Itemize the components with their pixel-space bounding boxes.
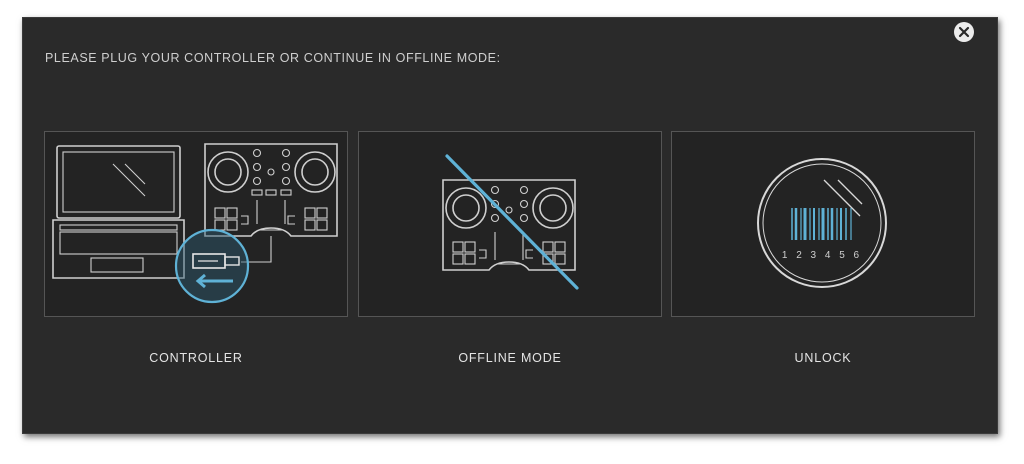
- close-button[interactable]: [954, 22, 974, 42]
- unlock-option-card[interactable]: 1 2 3 4 5 6: [671, 131, 975, 317]
- close-icon: [958, 26, 970, 38]
- offline-mode-option-card[interactable]: [358, 131, 662, 317]
- unlock-code-text: 1 2 3 4 5 6: [782, 250, 862, 261]
- offline-mode-option-label[interactable]: OFFLINE MODE: [358, 351, 662, 365]
- barcode-unlock-icon: 1 2 3 4 5 6: [757, 158, 887, 288]
- controller-option-card[interactable]: [44, 131, 348, 317]
- unlock-option-label[interactable]: UNLOCK: [671, 351, 975, 365]
- connect-controller-dialog: PLEASE PLUG YOUR CONTROLLER OR CONTINUE …: [22, 17, 998, 434]
- controller-option-label[interactable]: CONTROLLER: [44, 351, 348, 365]
- laptop-controller-usb-icon: [52, 143, 338, 304]
- dialog-instruction: PLEASE PLUG YOUR CONTROLLER OR CONTINUE …: [45, 51, 501, 65]
- controller-crossed-icon: [442, 154, 579, 290]
